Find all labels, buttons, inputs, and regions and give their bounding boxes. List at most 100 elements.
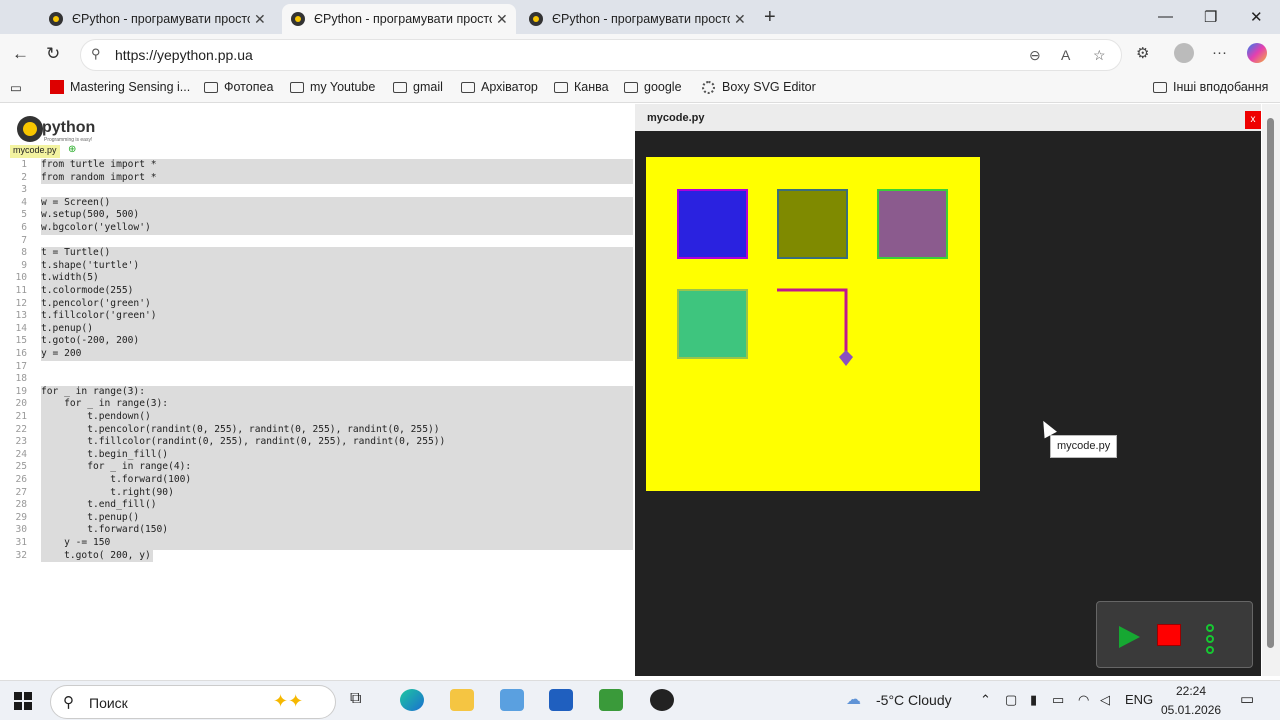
code-text: t.right(90)	[41, 486, 633, 500]
windows-start-icon[interactable]	[14, 692, 32, 710]
bookmark-item[interactable]: Канва	[554, 80, 609, 94]
epython-logo: python Programming is easy!	[17, 116, 95, 143]
close-tab-icon[interactable]: ✕	[734, 11, 746, 28]
url-text[interactable]: https://yepython.pp.ua	[115, 47, 253, 63]
taskbar-search[interactable]: ⚲ Поиск ✦✦	[50, 685, 336, 719]
bookmark-item[interactable]: google	[624, 80, 682, 94]
play-button[interactable]	[1119, 626, 1140, 648]
line-number: 32	[15, 549, 27, 561]
python-favicon-icon	[291, 12, 305, 26]
folder-icon	[554, 81, 568, 93]
wifi-icon[interactable]: ◠	[1078, 692, 1089, 708]
bookmark-item[interactable]: gmail	[393, 80, 443, 94]
bookmark-label: Фотопеа	[224, 80, 274, 94]
battery-icon[interactable]: ▭	[1052, 692, 1064, 708]
close-tab-icon[interactable]: ✕	[496, 11, 508, 28]
code-text: t.goto( 200, y)	[41, 549, 153, 563]
clock-date[interactable]: 05.01.2026	[1161, 703, 1221, 717]
drawn-square	[877, 189, 948, 259]
weather-text[interactable]: -5°C Cloudy	[876, 692, 952, 708]
line-number: 27	[15, 486, 27, 498]
back-icon[interactable]: ←	[12, 44, 29, 64]
line-number: 8	[21, 247, 27, 259]
line-number: 3	[21, 184, 27, 196]
tray-chevron-icon[interactable]: ⌃	[980, 692, 991, 708]
add-file-icon[interactable]: ⊕	[68, 144, 76, 155]
code-text: t.forward(100)	[41, 474, 633, 487]
close-output-button[interactable]: x	[1245, 111, 1261, 129]
close-tab-icon[interactable]: ✕	[254, 11, 266, 28]
browser-tab-active[interactable]: ЄPython - програмувати просто! ✕	[282, 4, 516, 34]
copilot-icon[interactable]	[1247, 43, 1267, 63]
more-menu-icon[interactable]: ···	[1212, 44, 1227, 61]
file-tab[interactable]: mycode.py	[10, 145, 60, 158]
browser-tab[interactable]: ЄPython - програмувати просто! ✕	[40, 4, 274, 34]
task-view-icon[interactable]: ⧉	[350, 690, 361, 708]
taskbar: ⚲ Поиск ✦✦ ⧉ ☁ -5°C Cloudy ⌃ ▢ ▮ ▭ ◠ ◁ E…	[0, 680, 1280, 720]
notifications-icon[interactable]: ▭	[1240, 690, 1254, 708]
extensions-icon[interactable]: ⚙	[1136, 44, 1149, 62]
logo-text: python	[42, 119, 95, 136]
code-text: t.end_fill()	[41, 499, 633, 512]
code-text: w.setup(500, 500)	[41, 209, 633, 222]
python-favicon-icon	[529, 12, 543, 26]
clock-time[interactable]: 22:24	[1176, 684, 1206, 698]
line-number: 16	[15, 348, 27, 359]
code-editor[interactable]: 1 from turtle import * 2 from random import…	[8, 159, 634, 569]
bookmark-item[interactable]: Фотопеа	[204, 80, 273, 94]
code-text: y = 200	[41, 348, 633, 361]
zoom-icon[interactable]: ⊖	[1029, 47, 1041, 64]
bookmark-item[interactable]: Архіватор	[461, 80, 538, 94]
line-number: 20	[15, 398, 27, 410]
line-number: 24	[15, 448, 27, 460]
favorite-star-icon[interactable]: ☆	[1093, 47, 1106, 64]
restore-icon[interactable]: ❐	[1204, 8, 1217, 26]
profile-avatar[interactable]	[1174, 43, 1194, 63]
line-number: 12	[15, 297, 27, 309]
address-bar[interactable]: ⚲ https://yepython.pp.ua ⊖ A ☆	[80, 39, 1122, 71]
window-close-icon[interactable]: ✕	[1250, 8, 1263, 26]
line-number: 15	[15, 335, 27, 347]
site-info-icon[interactable]: ⚲	[91, 46, 101, 62]
page-scrollbar[interactable]	[1262, 104, 1280, 676]
app-taskbar-icon[interactable]	[500, 689, 524, 711]
bookmark-label: gmail	[413, 80, 443, 94]
code-text: for _ in range(3):	[41, 385, 633, 399]
drawn-square	[677, 189, 748, 259]
bookmark-item[interactable]: Mastering Sensing i...	[50, 80, 190, 94]
code-text: from random import *	[41, 171, 633, 185]
boxy-svg-icon	[702, 80, 715, 94]
new-tab-icon[interactable]: +	[764, 6, 776, 29]
browser-tab[interactable]: ЄPython - програмувати просто! ✕	[520, 4, 754, 34]
edge-taskbar-icon[interactable]	[400, 689, 424, 711]
logo-subtitle: Programming is easy!	[44, 137, 92, 143]
tray-device-icon[interactable]: ▢	[1005, 692, 1017, 708]
bookmarks-toggle-icon[interactable]: ▭	[10, 80, 22, 95]
volume-icon[interactable]: ◁	[1100, 692, 1110, 708]
line-number: 18	[15, 373, 27, 385]
tab-title: ЄPython - програмувати просто!	[552, 12, 730, 26]
stop-button[interactable]	[1157, 624, 1181, 646]
line-number: 7	[21, 234, 27, 246]
turtle-canvas	[646, 157, 980, 491]
reload-icon[interactable]: ↻	[46, 44, 60, 64]
bookmark-red-icon	[50, 80, 64, 94]
bookmark-item[interactable]: Boxy SVG Editor	[702, 80, 816, 94]
more-options-icon[interactable]	[1206, 624, 1214, 654]
line-number: 11	[15, 285, 27, 296]
bookmark-item[interactable]: my Youtube	[290, 80, 375, 94]
tray-phone-icon[interactable]: ▮	[1030, 692, 1037, 708]
read-aloud-icon[interactable]: A	[1061, 47, 1070, 63]
copilot-sparkle-icon: ✦✦	[273, 691, 304, 711]
language-indicator[interactable]: ENG	[1125, 692, 1153, 707]
app-green-icon[interactable]	[599, 689, 623, 711]
scrollbar-thumb[interactable]	[1267, 118, 1274, 648]
line-number: 4	[21, 196, 27, 208]
line-number: 28	[15, 499, 27, 511]
file-explorer-icon[interactable]	[450, 689, 474, 711]
word-icon[interactable]	[549, 689, 573, 711]
minimize-icon[interactable]: —	[1158, 8, 1173, 25]
other-bookmarks[interactable]: Інші вподобання	[1153, 80, 1268, 94]
code-text: t.begin_fill()	[41, 448, 633, 462]
app-dark-icon[interactable]	[650, 689, 674, 711]
